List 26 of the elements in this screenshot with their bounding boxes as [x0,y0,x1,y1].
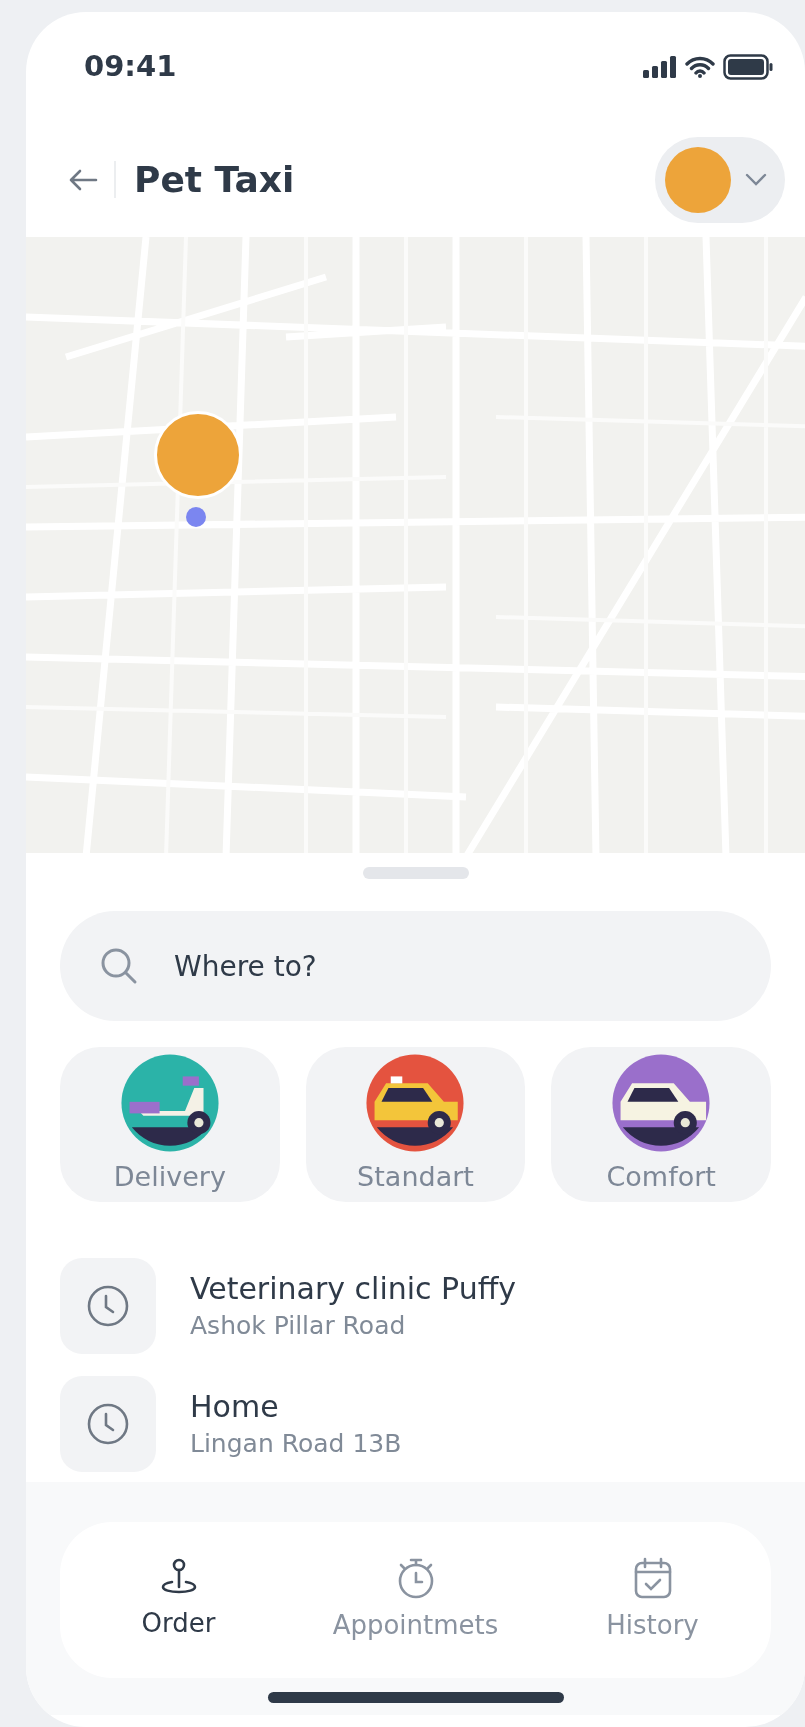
recent-place-icon-tile[interactable] [60,1258,156,1354]
back-arrow-icon [68,167,98,192]
battery-icon [723,54,773,80]
wifi-icon [685,56,715,78]
nav-tab[interactable]: Appointmets [297,1522,534,1678]
page-title: Pet Taxi [134,157,295,202]
calendar-check-icon [632,1555,673,1600]
place-name[interactable]: Home [190,1387,402,1426]
ride-type-option[interactable]: Delivery [60,1047,280,1202]
recent-place-icon-tile[interactable] [60,1376,156,1472]
nav-tab[interactable]: Order [60,1522,297,1678]
chevron-down-icon [745,172,767,187]
status-time: 09:41 [84,48,177,86]
clock-icon [86,1284,130,1328]
place-address: Lingan Road 13B [190,1428,402,1460]
ride-type-option[interactable]: Comfort [551,1047,771,1202]
pet-avatar [665,146,731,213]
ride-type-option[interactable]: Standart [305,1047,526,1202]
sheet-handle[interactable] [362,867,469,879]
search-field[interactable]: Where to? [60,911,771,1021]
signal-icon [643,56,677,78]
place-address: Ashok Pillar Road [190,1310,407,1342]
nav-tab[interactable]: History [534,1522,771,1678]
clock-icon [86,1402,130,1446]
location-dot [186,507,206,527]
place-name[interactable]: Veterinary clinic Puffy [190,1269,517,1308]
